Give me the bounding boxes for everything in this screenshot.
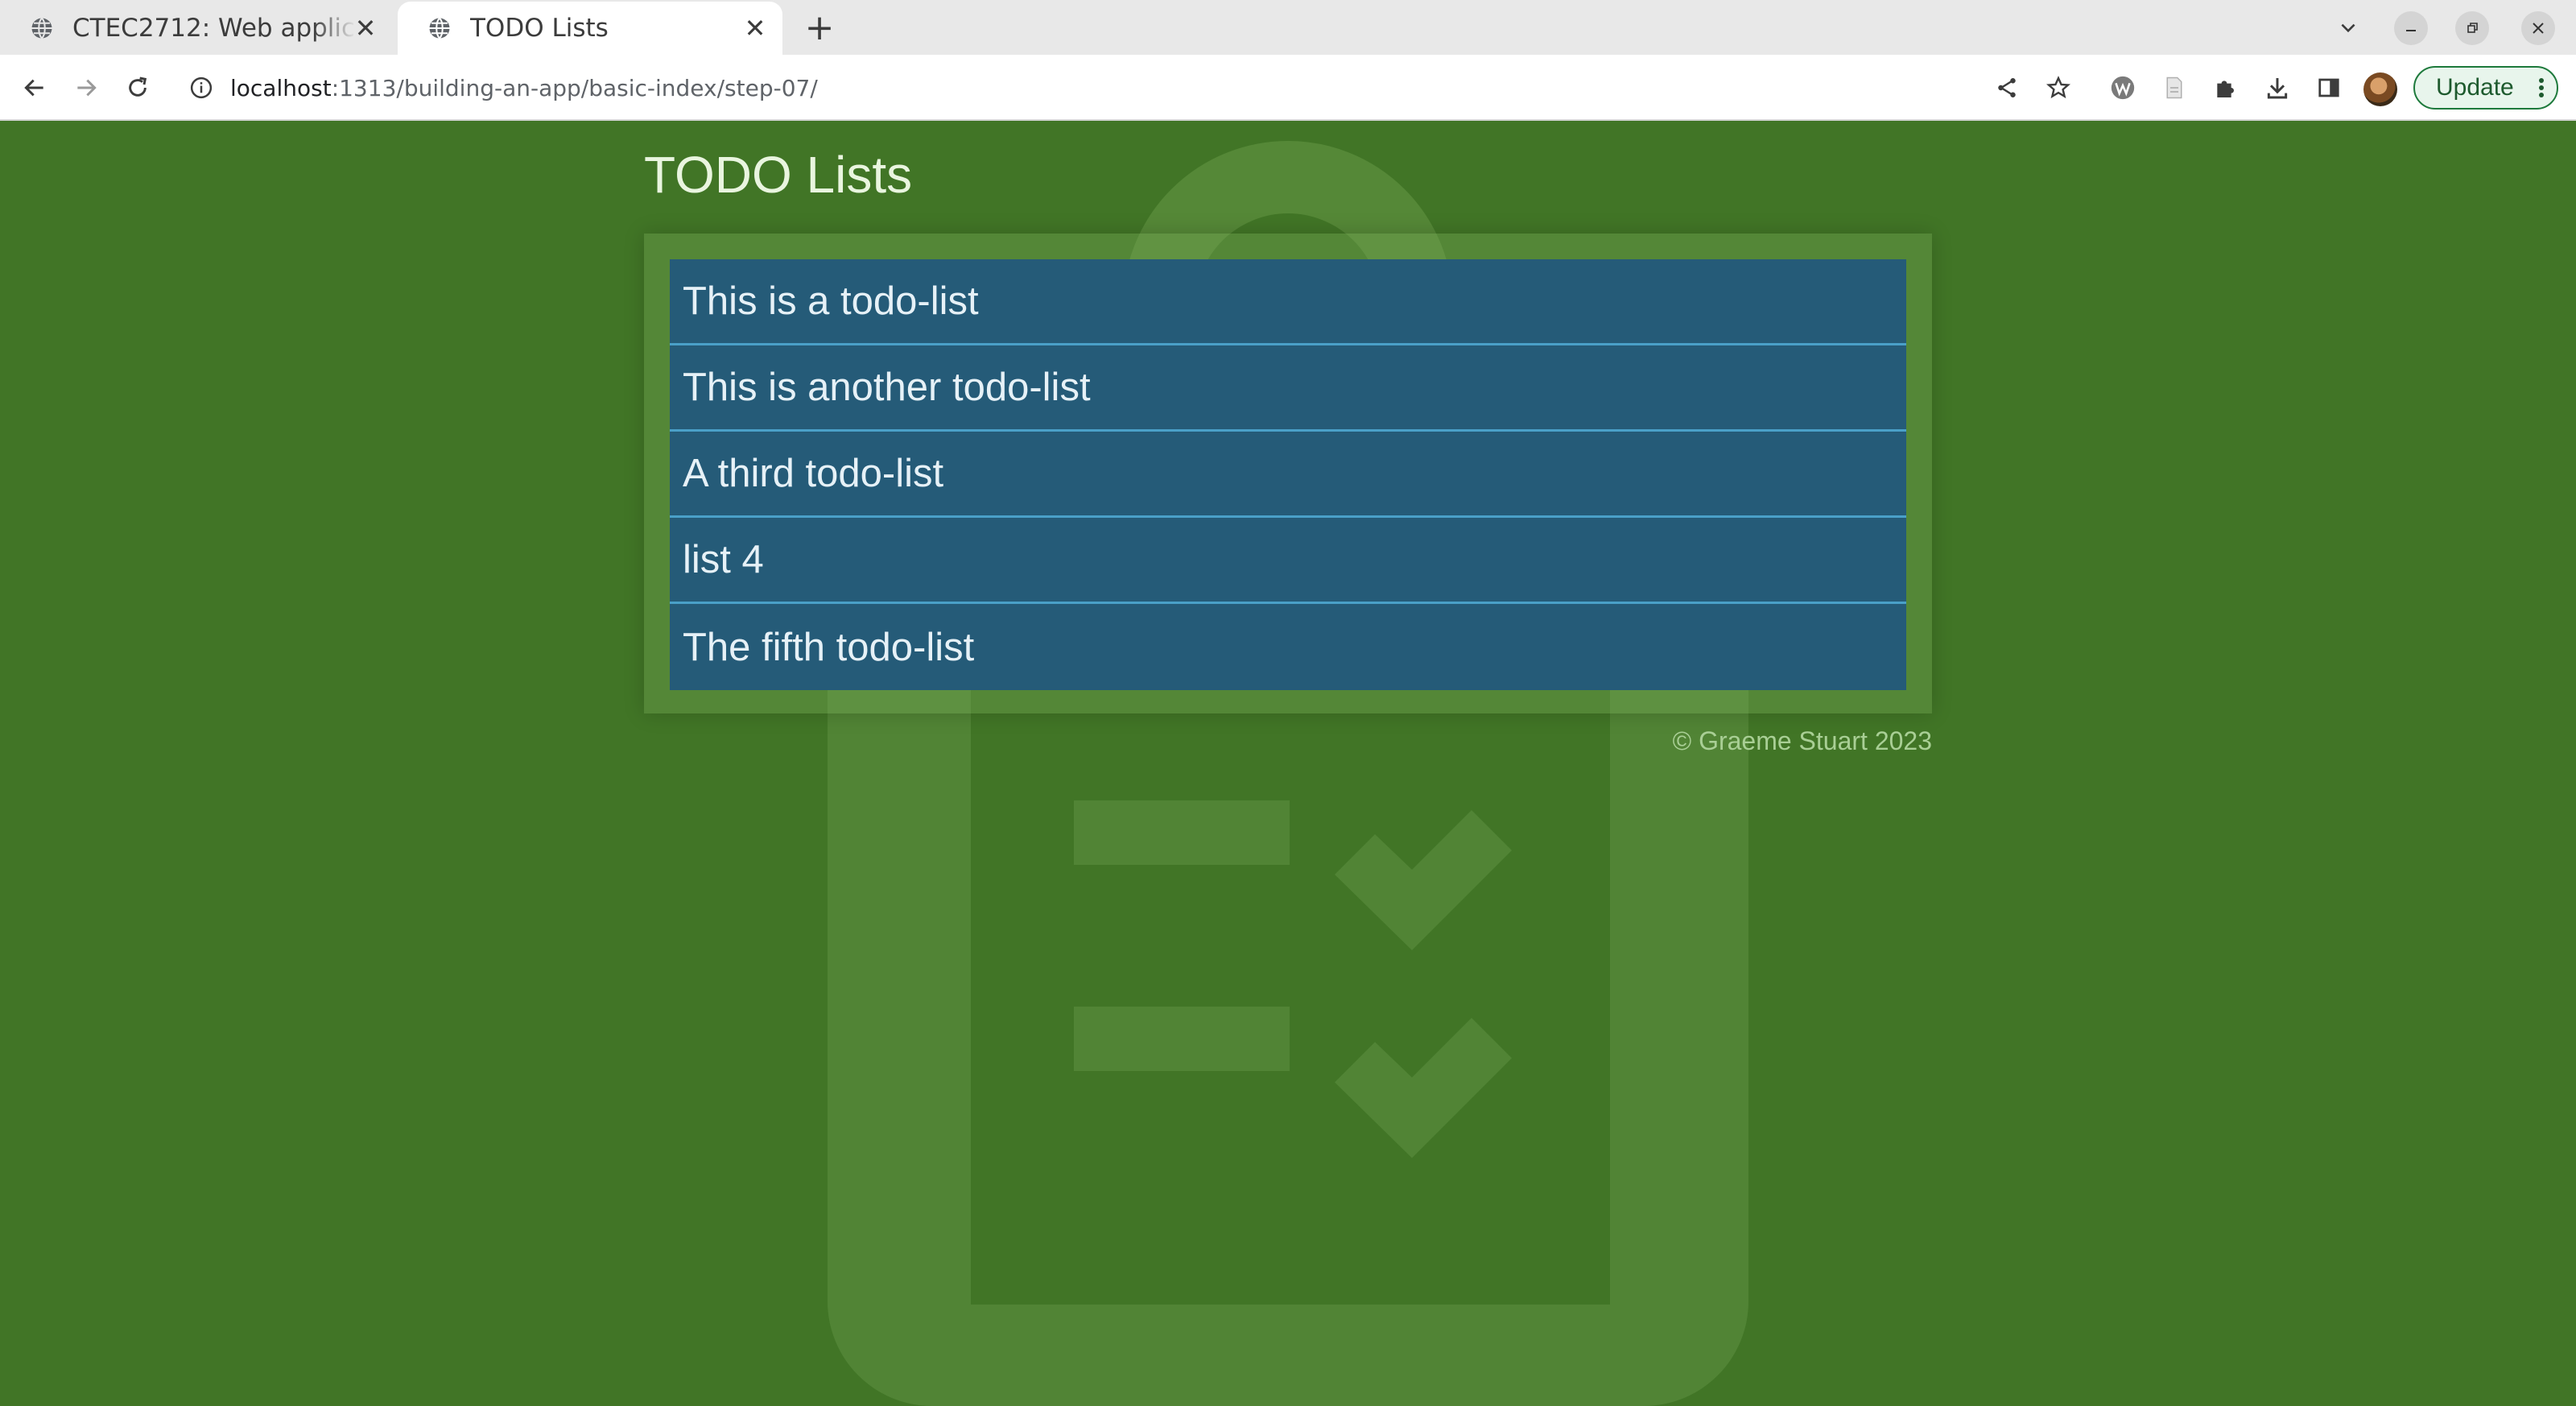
puzzle-icon[interactable] xyxy=(2207,69,2244,106)
download-icon[interactable] xyxy=(2259,69,2296,106)
update-button[interactable]: Update xyxy=(2413,66,2558,110)
wordpress-icon[interactable] xyxy=(2104,69,2141,106)
todo-list-item[interactable]: The fifth todo-list xyxy=(670,604,1906,690)
tab-todo-lists[interactable]: TODO Lists ✕ xyxy=(398,2,782,55)
side-panel-icon[interactable] xyxy=(2310,69,2347,106)
arrow-right-icon[interactable] xyxy=(68,69,105,106)
avatar[interactable] xyxy=(2363,72,2397,106)
todo-list-item[interactable]: This is another todo-list xyxy=(670,345,1906,432)
arrow-left-icon[interactable] xyxy=(16,69,53,106)
url-host: localhost xyxy=(230,74,332,101)
more-vertical-icon xyxy=(2537,76,2545,101)
tab-strip: CTEC2712: Web applicat ✕ TODO Lists ✕ + xyxy=(0,0,2576,55)
close-window-button[interactable] xyxy=(2521,11,2555,45)
restore-button[interactable] xyxy=(2455,11,2489,45)
tab-title: TODO Lists xyxy=(470,14,609,43)
minimize-button[interactable] xyxy=(2394,11,2428,45)
globe-icon xyxy=(423,12,456,44)
tab-title: CTEC2712: Web applicat xyxy=(72,14,356,43)
star-icon[interactable] xyxy=(2040,69,2077,106)
page-content: TODO Lists This is a todo-list This is a… xyxy=(0,121,2576,1406)
globe-icon xyxy=(26,12,58,44)
todo-lists: This is a todo-list This is another todo… xyxy=(670,259,1906,690)
new-tab-button[interactable]: + xyxy=(800,7,839,48)
document-icon[interactable] xyxy=(2156,69,2193,106)
browser-toolbar: localhost:1313/building-an-app/basic-ind… xyxy=(0,55,2576,119)
todo-list-item[interactable]: list 4 xyxy=(670,518,1906,604)
close-icon[interactable]: ✕ xyxy=(349,12,382,44)
todo-lists-panel: This is a todo-list This is another todo… xyxy=(644,234,1932,713)
todo-list-item[interactable]: A third todo-list xyxy=(670,432,1906,518)
browser-chrome: CTEC2712: Web applicat ✕ TODO Lists ✕ + xyxy=(0,0,2576,121)
close-icon[interactable]: ✕ xyxy=(739,12,771,44)
update-button-label: Update xyxy=(2436,74,2514,101)
page-title: TODO Lists xyxy=(644,146,913,204)
footer-copyright: © Graeme Stuart 2023 xyxy=(1672,726,1932,755)
share-icon[interactable] xyxy=(1988,69,2025,106)
todo-list-item[interactable]: This is a todo-list xyxy=(670,259,1906,345)
info-icon[interactable] xyxy=(187,73,216,102)
tab-ctec2712[interactable]: CTEC2712: Web applicat ✕ xyxy=(0,2,393,55)
url-path: :1313/building-an-app/basic-index/step-0… xyxy=(331,74,818,101)
url-text: localhost:1313/building-an-app/basic-ind… xyxy=(230,75,818,101)
reload-icon[interactable] xyxy=(119,69,156,106)
chevron-down-icon[interactable] xyxy=(2331,11,2365,45)
